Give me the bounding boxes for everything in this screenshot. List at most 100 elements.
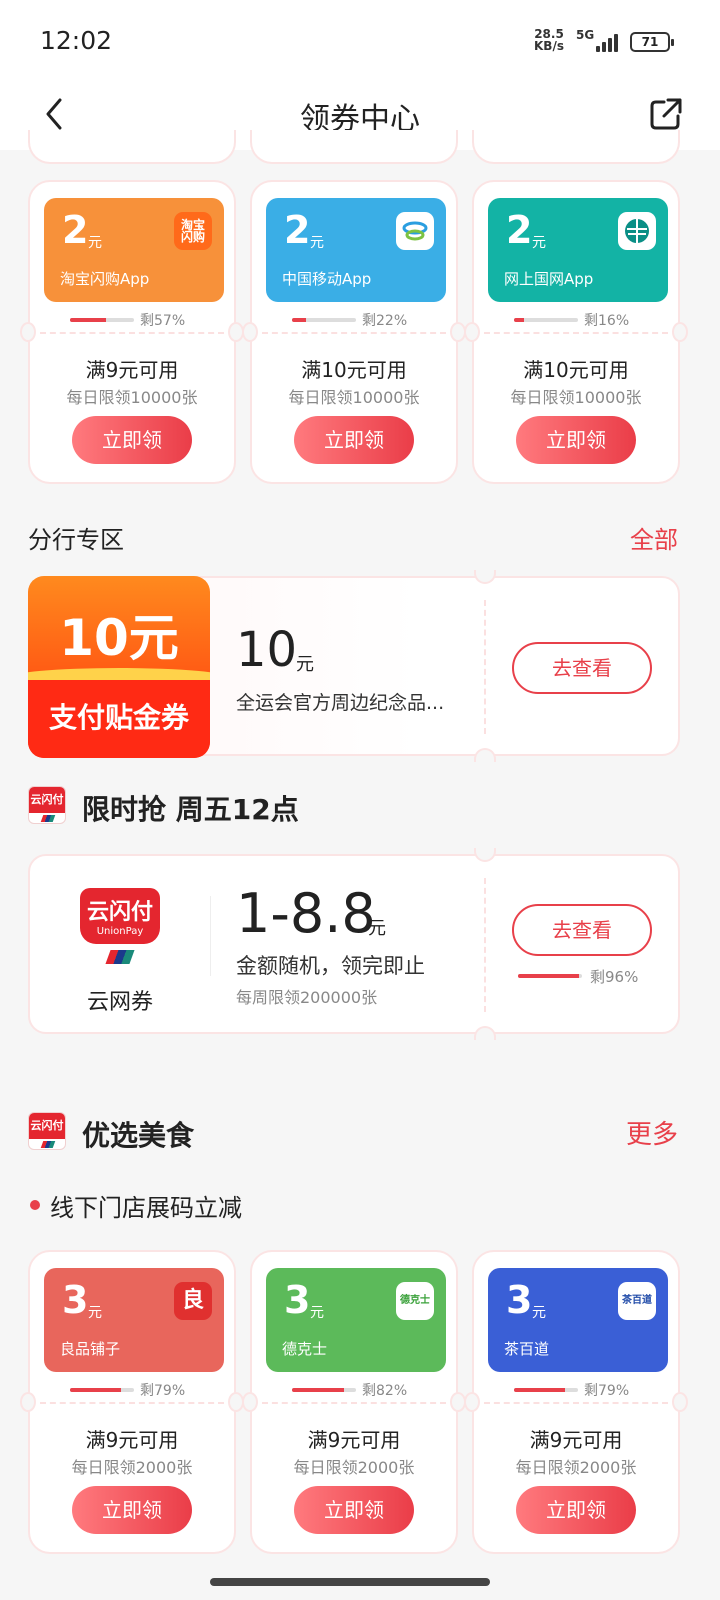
unionpay-logo-text: 云闪付: [29, 787, 65, 813]
claim-button[interactable]: 立即领: [72, 416, 192, 464]
unionpay-big-logo-icon: 云闪付 UnionPay: [80, 888, 160, 968]
coupon-condition: 满9元可用: [307, 1428, 401, 1452]
unionpay-logo-text: 云闪付: [29, 1113, 65, 1139]
coupon-condition: 满10元可用: [523, 358, 629, 382]
share-button[interactable]: [646, 94, 686, 134]
coupon-condition: 满9元可用: [85, 358, 179, 382]
coupon-amount: 2: [62, 208, 89, 252]
signal-icon: [590, 32, 622, 52]
flash-desc: 金额随机，领完即止: [236, 954, 425, 978]
remain-text: 剩79%: [584, 1383, 630, 1399]
coupon-banner: 2 元 网上国网App: [488, 198, 668, 302]
coupon-card: 2 元 中国移动App 剩22% 满10元可用 每日限领10000张 立即领: [242, 180, 466, 484]
share-icon: [650, 98, 682, 130]
branch-unit: 元: [296, 654, 314, 675]
remain-progress: [514, 318, 578, 322]
remain-progress: [514, 1388, 578, 1392]
remain-text: 剩16%: [584, 313, 630, 329]
net-speed: 28.5 KB/s: [534, 28, 564, 52]
remain-progress: [70, 1388, 134, 1392]
flash-coupon-card[interactable]: 云闪付 UnionPay 云网券 1-8.8 元 金额随机，领完即止 每周限领20…: [28, 848, 680, 1040]
view-button[interactable]: 去查看: [512, 904, 652, 956]
coupon-banner: 3 元 德克士 德克士: [266, 1268, 446, 1372]
claim-button[interactable]: 立即领: [294, 416, 414, 464]
branch-amount: 10: [236, 622, 298, 678]
claim-button[interactable]: 立即领: [516, 1486, 636, 1534]
home-indicator[interactable]: [210, 1578, 490, 1586]
coupon-brand: 网上国网App: [504, 270, 594, 288]
branch-section-title: 分行专区: [28, 526, 124, 554]
coupon-condition: 满9元可用: [529, 1428, 623, 1452]
coupon-amount: 3: [62, 1278, 89, 1322]
branch-promo-image: 10元 支付贴金券: [28, 576, 210, 758]
coupon-amount: 3: [284, 1278, 311, 1322]
coupon-limit: 每日限领2000张: [293, 1458, 415, 1477]
branch-desc: 全运会官方周边纪念品...: [236, 692, 445, 714]
promo-image-amount: 10元: [59, 609, 179, 667]
chabaidao-logo-icon: 茶百道: [618, 1282, 656, 1320]
coupon-amount: 2: [284, 208, 311, 252]
china-mobile-logo-icon: [396, 212, 434, 250]
remain-text: 剩57%: [140, 313, 186, 329]
branch-all-link[interactable]: 全部: [630, 520, 678, 555]
coupon-brand: 淘宝闪购App: [60, 270, 150, 288]
coupon-amount: 2: [506, 208, 533, 252]
coupon-unit: 元: [310, 235, 324, 251]
state-grid-logo-icon: [618, 212, 656, 250]
coupon-brand: 茶百道: [504, 1340, 550, 1358]
unionpay-logo-icon: 云闪付: [28, 1112, 66, 1150]
coupon-limit: 每日限领2000张: [515, 1458, 637, 1477]
flash-coupon-name: 云网券: [86, 990, 153, 1015]
coupon-brand: 德克士: [282, 1340, 328, 1358]
previous-row-fragment: [0, 130, 720, 168]
coupon-unit: 元: [532, 235, 546, 251]
remain-progress: [70, 318, 134, 322]
food-more-link[interactable]: 更多: [626, 1114, 678, 1151]
coupon-unit: 元: [88, 1305, 102, 1321]
remain-text: 剩96%: [590, 968, 639, 986]
flash-amount-range: 1-8.8: [236, 882, 376, 945]
flash-limit: 每周限领200000张: [236, 988, 378, 1007]
coupon-card: 3 元 茶百道 茶百道 剩79% 满9元可用 每日限领2000张 立即领: [464, 1250, 688, 1554]
remain-text: 剩79%: [140, 1383, 186, 1399]
flash-unit: 元: [368, 918, 386, 939]
claim-button[interactable]: 立即领: [72, 1486, 192, 1534]
net-speed-unit: KB/s: [534, 39, 564, 53]
food-section-title: 优选美食: [82, 1119, 195, 1152]
flash-section-title: 限时抢 周五12点: [82, 793, 299, 826]
remain-text: 剩82%: [362, 1383, 408, 1399]
coupon-limit: 每日限领2000张: [71, 1458, 193, 1477]
dicos-logo-icon: 德克士: [396, 1282, 434, 1320]
promo-image-label: 支付贴金券: [48, 701, 189, 734]
coupon-limit: 每日限领10000张: [288, 388, 420, 407]
remain-progress: [292, 1388, 356, 1392]
coupon-card: 3 元 良品铺子 良 剩79% 满9元可用 每日限领2000张 立即领: [20, 1250, 244, 1554]
view-button[interactable]: 去查看: [512, 642, 652, 694]
bullet-dot: [30, 1200, 40, 1210]
coupon-unit: 元: [88, 235, 102, 251]
status-bar: 12:02 28.5 KB/s 5G 71: [0, 0, 720, 80]
remain-progress: [292, 318, 356, 322]
coupon-amount: 3: [506, 1278, 533, 1322]
claim-button[interactable]: 立即领: [516, 416, 636, 464]
coupon-card: 2 元 淘宝闪购App 淘宝 闪购 剩57% 满9元可用 每日限领10000张 立…: [20, 180, 244, 484]
coupon-condition: 满9元可用: [85, 1428, 179, 1452]
coupon-banner: 3 元 茶百道 茶百道: [488, 1268, 668, 1372]
claim-button[interactable]: 立即领: [294, 1486, 414, 1534]
remain-text: 剩22%: [362, 313, 408, 329]
coupon-card: 3 元 德克士 德克士 剩82% 满9元可用 每日限领2000张 立即领: [242, 1250, 466, 1554]
status-time: 12:02: [40, 26, 113, 55]
coupon-card: 2 元 网上国网App 剩16% 满10元可用 每日限领10000张 立即领: [464, 180, 688, 484]
coupon-brand: 良品铺子: [60, 1340, 121, 1358]
coupon-unit: 元: [532, 1305, 546, 1321]
coupon-limit: 每日限领10000张: [66, 388, 198, 407]
coupon-banner: 2 元 淘宝闪购App 淘宝 闪购: [44, 198, 224, 302]
coupon-limit: 每日限领10000张: [510, 388, 642, 407]
food-subtitle: 线下门店展码立减: [50, 1194, 242, 1222]
big-logo-subtext: UnionPay: [96, 926, 144, 937]
coupon-banner: 2 元 中国移动App: [266, 198, 446, 302]
coupon-brand: 中国移动App: [282, 270, 372, 288]
big-logo-text: 云闪付: [86, 900, 153, 925]
coupon-unit: 元: [310, 1305, 324, 1321]
taobao-shangou-logo-icon: 淘宝 闪购: [174, 212, 212, 250]
